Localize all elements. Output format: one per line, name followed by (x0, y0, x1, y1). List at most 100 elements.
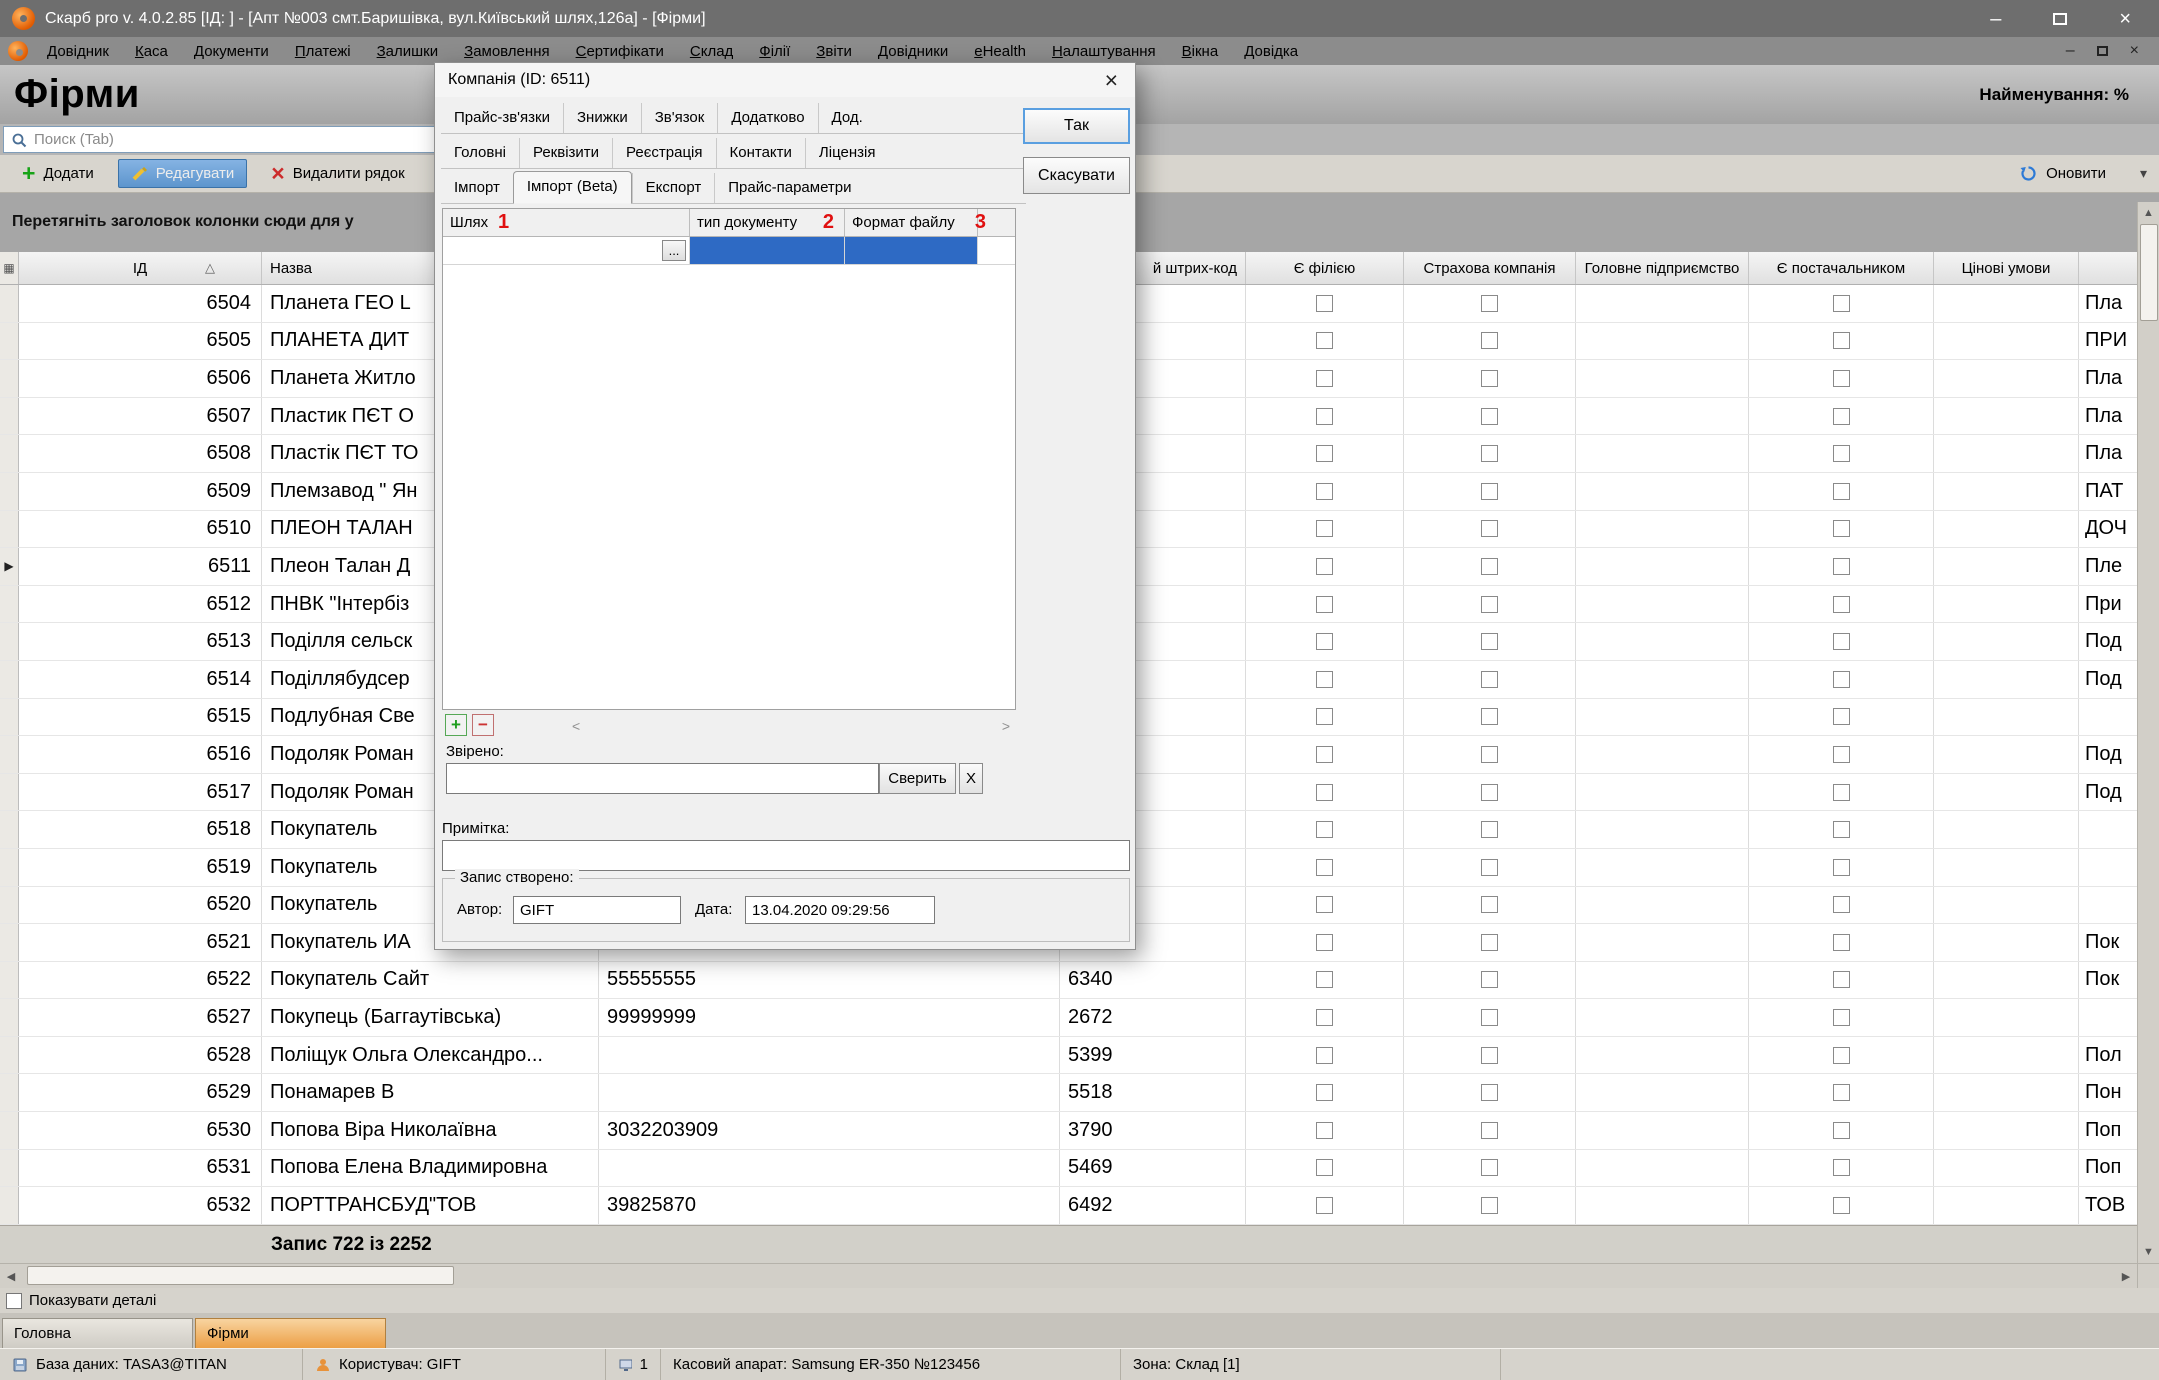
table-row[interactable]: 6528Поліщук Ольга Олександро...5399Пол (0, 1037, 2159, 1075)
checkbox[interactable] (1481, 971, 1498, 988)
checkbox[interactable] (1316, 633, 1333, 650)
menu-item[interactable]: Платежі (282, 40, 364, 63)
column-header-is-branch[interactable]: Є філією (1246, 252, 1404, 284)
checkbox[interactable] (1833, 596, 1850, 613)
checkbox[interactable] (1316, 934, 1333, 951)
checkbox[interactable] (1481, 821, 1498, 838)
checkbox[interactable] (1833, 708, 1850, 725)
checkbox[interactable] (1316, 1197, 1333, 1214)
checkbox[interactable] (1316, 896, 1333, 913)
checkbox[interactable] (1833, 1122, 1850, 1139)
mdi-minimize-icon[interactable]: – (2066, 43, 2075, 59)
checkbox[interactable] (1316, 1084, 1333, 1101)
table-row[interactable]: 6530Попова Віра Николаївна30322039093790… (0, 1112, 2159, 1150)
show-details-checkbox[interactable] (6, 1293, 22, 1309)
cancel-button[interactable]: Скасувати (1023, 157, 1130, 194)
checkbox[interactable] (1833, 483, 1850, 500)
menu-item[interactable]: Довідник (34, 40, 122, 63)
nav-next-icon[interactable]: > (1002, 718, 1010, 734)
checkbox[interactable] (1316, 295, 1333, 312)
checkbox[interactable] (1481, 934, 1498, 951)
checkbox[interactable] (1316, 596, 1333, 613)
scroll-down-icon[interactable]: ▼ (2138, 1241, 2159, 1263)
dialog-tab[interactable]: Імпорт (Beta) (513, 171, 632, 204)
checkbox[interactable] (1833, 408, 1850, 425)
table-row[interactable]: 6527Покупець (Баггаутівська)999999992672 (0, 999, 2159, 1037)
checkbox[interactable] (1833, 558, 1850, 575)
checkbox[interactable] (1481, 520, 1498, 537)
checkbox[interactable] (1316, 1122, 1333, 1139)
verified-input[interactable] (446, 763, 879, 794)
checkbox[interactable] (1316, 746, 1333, 763)
table-row[interactable]: 6529Понамарев В5518Пон (0, 1074, 2159, 1112)
checkbox[interactable] (1316, 558, 1333, 575)
checkbox[interactable] (1833, 859, 1850, 876)
checkbox[interactable] (1316, 520, 1333, 537)
scroll-right-icon[interactable]: ▶ (2115, 1264, 2137, 1288)
import-column-path[interactable]: Шлях 1 (443, 209, 690, 236)
checkbox[interactable] (1481, 408, 1498, 425)
dialog-tab[interactable]: Реєстрація (612, 138, 715, 168)
checkbox[interactable] (1481, 1197, 1498, 1214)
checkbox[interactable] (1481, 445, 1498, 462)
nav-prev-icon[interactable]: < (572, 718, 580, 734)
dialog-tab[interactable]: Дод. (818, 103, 876, 133)
dialog-tab[interactable]: Контакти (716, 138, 805, 168)
menu-item[interactable]: Сертифікати (563, 40, 677, 63)
minimize-icon[interactable]: – (1990, 9, 2001, 29)
checkbox[interactable] (1833, 896, 1850, 913)
refresh-button[interactable]: Оновити (2009, 160, 2116, 187)
checkbox[interactable] (1833, 671, 1850, 688)
doctype-cell[interactable] (690, 237, 845, 264)
delete-row-button[interactable]: × Видалити рядок (261, 158, 414, 189)
checkbox[interactable] (1833, 370, 1850, 387)
verify-clear-button[interactable]: X (959, 763, 983, 794)
column-header-id[interactable]: ІД△ (19, 252, 262, 284)
date-input[interactable] (745, 896, 935, 924)
dialog-tab[interactable]: Знижки (563, 103, 641, 133)
checkbox[interactable] (1833, 633, 1850, 650)
checkbox[interactable] (1833, 1159, 1850, 1176)
import-column-fileformat[interactable]: Формат файлу 3 (845, 209, 978, 236)
v-scroll-thumb[interactable] (2140, 224, 2158, 321)
checkbox[interactable] (1481, 332, 1498, 349)
nav-add-button[interactable]: + (445, 714, 467, 736)
checkbox[interactable] (1833, 332, 1850, 349)
maximize-icon[interactable] (2053, 13, 2067, 25)
dialog-tab[interactable]: Додатково (717, 103, 817, 133)
checkbox[interactable] (1316, 708, 1333, 725)
menu-item[interactable]: Замовлення (451, 40, 562, 63)
checkbox[interactable] (1316, 821, 1333, 838)
mdi-close-icon[interactable]: × (2130, 43, 2139, 59)
menu-item[interactable]: Вікна (1169, 40, 1232, 63)
checkbox[interactable] (1833, 1084, 1850, 1101)
checkbox[interactable] (1481, 596, 1498, 613)
checkbox[interactable] (1481, 708, 1498, 725)
dialog-tab[interactable]: Зв'язок (641, 103, 718, 133)
checkbox[interactable] (1833, 1047, 1850, 1064)
menu-item[interactable]: Довідники (865, 40, 961, 63)
checkbox[interactable] (1481, 859, 1498, 876)
checkbox[interactable] (1316, 1159, 1333, 1176)
checkbox[interactable] (1481, 784, 1498, 801)
browse-button[interactable]: ... (662, 240, 686, 261)
checkbox[interactable] (1833, 784, 1850, 801)
nav-remove-button[interactable]: − (472, 714, 494, 736)
checkbox[interactable] (1316, 408, 1333, 425)
checkbox[interactable] (1481, 1084, 1498, 1101)
column-header-is-supplier[interactable]: Є постачальником (1749, 252, 1934, 284)
dialog-tab[interactable]: Прайс-параметри (714, 173, 864, 203)
checkbox[interactable] (1833, 445, 1850, 462)
checkbox[interactable] (1316, 671, 1333, 688)
column-header-head-company[interactable]: Головне підприємство (1576, 252, 1749, 284)
checkbox[interactable] (1316, 483, 1333, 500)
checkbox[interactable] (1316, 445, 1333, 462)
edit-button[interactable]: Редагувати (118, 159, 248, 188)
import-column-doctype[interactable]: тип документу 2 (690, 209, 845, 236)
checkbox[interactable] (1833, 1009, 1850, 1026)
checkbox[interactable] (1481, 746, 1498, 763)
checkbox[interactable] (1316, 859, 1333, 876)
dialog-tab[interactable]: Імпорт (441, 173, 513, 203)
table-row[interactable]: 6522Покупатель Сайт555555556340Пок (0, 962, 2159, 1000)
verify-button[interactable]: Сверить (879, 763, 956, 794)
